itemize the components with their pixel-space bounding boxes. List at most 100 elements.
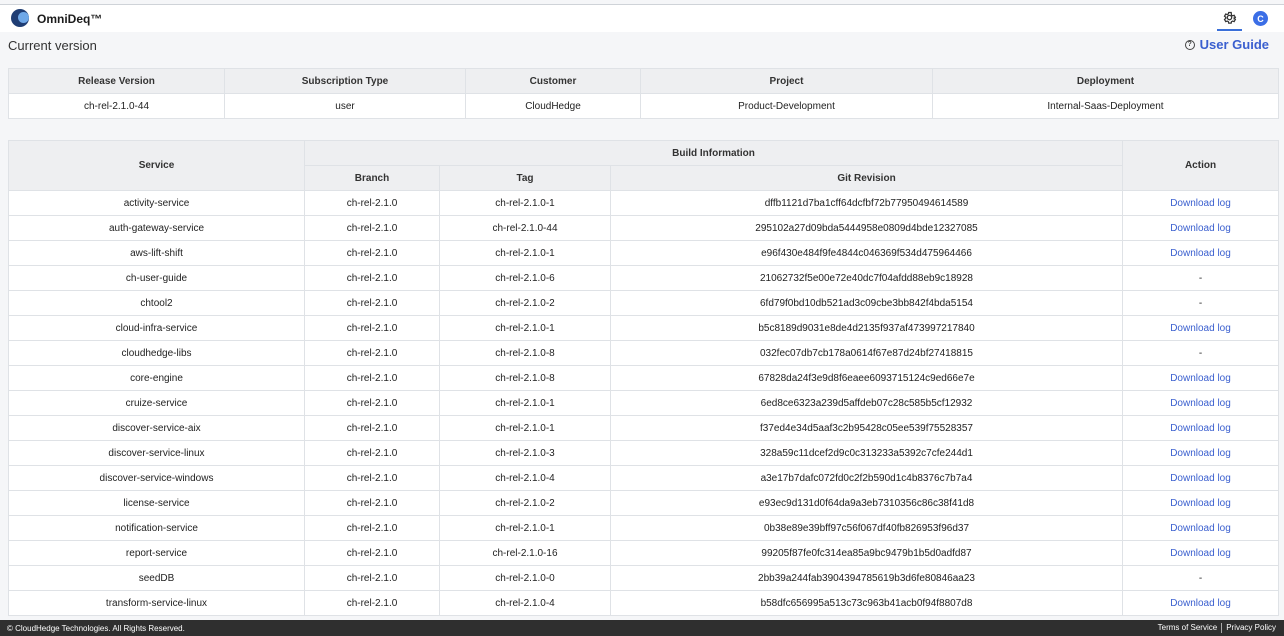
tag-cell: ch-rel-2.1.0-1: [439, 390, 611, 416]
service-name: cruize-service: [8, 390, 305, 416]
user-avatar[interactable]: C: [1253, 11, 1268, 26]
table-row: license-service ch-rel-2.1.0 ch-rel-2.1.0-…: [8, 490, 1280, 516]
service-name: discover-service-aix: [8, 415, 305, 441]
git-revision-cell: a3e17b7dafc072fd0c2f2b590d1c4b8376c7b7a4: [609, 465, 1124, 491]
git-revision-cell: e93ec9d131d0f64da9a3eb7310356c86c38f41d8: [609, 490, 1124, 516]
release-header-subscription: Subscription Type: [224, 68, 466, 94]
column-header-branch: Branch: [304, 165, 440, 191]
download-log-link[interactable]: Download log: [1122, 440, 1280, 466]
tag-cell: ch-rel-2.1.0-16: [439, 540, 611, 566]
tag-cell: ch-rel-2.1.0-2: [439, 290, 611, 316]
table-row: ch-user-guide ch-rel-2.1.0 ch-rel-2.1.0-6 2…: [8, 265, 1280, 291]
tag-cell: ch-rel-2.1.0-6: [439, 265, 611, 291]
tag-cell: ch-rel-2.1.0-44: [439, 215, 611, 241]
tag-cell: ch-rel-2.1.0-1: [439, 515, 611, 541]
branch-cell: ch-rel-2.1.0: [304, 540, 440, 566]
service-name: notification-service: [8, 515, 305, 541]
release-header-version: Release Version: [8, 68, 225, 94]
table-row: notification-service ch-rel-2.1.0 ch-rel-2…: [8, 515, 1280, 541]
action-empty: -: [1122, 290, 1280, 316]
deployment: Internal-Saas-Deployment: [932, 93, 1279, 119]
download-log-link[interactable]: Download log: [1122, 415, 1280, 441]
download-log-link[interactable]: Download log: [1122, 315, 1280, 341]
action-empty: -: [1122, 565, 1280, 591]
table-row: transform-service-linux ch-rel-2.1.0 ch-re…: [8, 590, 1280, 616]
git-revision-cell: e96f430e484f9fe4844c046369f534d475964466: [609, 240, 1124, 266]
download-log-link[interactable]: Download log: [1122, 365, 1280, 391]
git-revision-cell: 6ed8ce6323a239d5affdeb07c28c585b5cf12932: [609, 390, 1124, 416]
branch-cell: ch-rel-2.1.0: [304, 390, 440, 416]
git-revision-cell: 99205f87fe0fc314ea85a9bc9479b1b5d0adfd87: [609, 540, 1124, 566]
branch-cell: ch-rel-2.1.0: [304, 590, 440, 616]
git-revision-cell: 328a59c11dcef2d9c0c313233a5392c7cfe244d1: [609, 440, 1124, 466]
service-name: core-engine: [8, 365, 305, 391]
gear-icon: [1223, 11, 1237, 24]
download-log-link[interactable]: Download log: [1122, 390, 1280, 416]
tag-cell: ch-rel-2.1.0-4: [439, 465, 611, 491]
git-revision-cell: 6fd79f0bd10db521ad3c09cbe3bb842f4bda5154: [609, 290, 1124, 316]
service-name: seedDB: [8, 565, 305, 591]
git-revision-cell: b5c8189d9031e8de4d2135f937af473997217840: [609, 315, 1124, 341]
tag-cell: ch-rel-2.1.0-2: [439, 490, 611, 516]
terms-link[interactable]: Terms of Service: [1154, 623, 1222, 633]
release-header-customer: Customer: [465, 68, 641, 94]
git-revision-cell: 67828da24f3e9d8f6eaee6093715124c9ed66e7e: [609, 365, 1124, 391]
branch-cell: ch-rel-2.1.0: [304, 215, 440, 241]
download-log-link[interactable]: Download log: [1122, 515, 1280, 541]
service-name: aws-lift-shift: [8, 240, 305, 266]
branch-cell: ch-rel-2.1.0: [304, 340, 440, 366]
tag-cell: ch-rel-2.1.0-8: [439, 365, 611, 391]
download-log-link[interactable]: Download log: [1122, 240, 1280, 266]
download-log-link[interactable]: Download log: [1122, 490, 1280, 516]
service-name: report-service: [8, 540, 305, 566]
git-revision-cell: dffb1121d7ba1cff64dcfbf72b77950494614589: [609, 190, 1124, 216]
service-name: transform-service-linux: [8, 590, 305, 616]
tag-cell: ch-rel-2.1.0-1: [439, 240, 611, 266]
tag-cell: ch-rel-2.1.0-3: [439, 440, 611, 466]
release-header-project: Project: [640, 68, 933, 94]
subscription-type: user: [224, 93, 466, 119]
git-revision-cell: b58dfc656995a513c73c963b41acb0f94f8807d8: [609, 590, 1124, 616]
tag-cell: ch-rel-2.1.0-8: [439, 340, 611, 366]
column-header-tag: Tag: [439, 165, 611, 191]
footer-links: Terms of Service Privacy Policy: [1154, 623, 1280, 633]
release-row: ch-rel-2.1.0-44 user CloudHedge Product-…: [8, 93, 1279, 119]
omnideq-logo-icon[interactable]: [11, 9, 29, 27]
release-table: Release Version Subscription Type Custom…: [8, 68, 1279, 119]
top-bar: OmniDeq™ C: [0, 4, 1284, 32]
brand-name[interactable]: OmniDeq™: [37, 12, 102, 26]
project: Product-Development: [640, 93, 933, 119]
settings-button[interactable]: [1217, 6, 1242, 31]
download-log-link[interactable]: Download log: [1122, 590, 1280, 616]
branch-cell: ch-rel-2.1.0: [304, 315, 440, 341]
download-log-link[interactable]: Download log: [1122, 465, 1280, 491]
git-revision-cell: 032fec07db7cb178a0614f67e87d24bf27418815: [609, 340, 1124, 366]
tag-cell: ch-rel-2.1.0-1: [439, 315, 611, 341]
branch-cell: ch-rel-2.1.0: [304, 415, 440, 441]
service-name: cloud-infra-service: [8, 315, 305, 341]
column-header-build-information: Build Information: [303, 140, 1124, 166]
branch-cell: ch-rel-2.1.0: [304, 265, 440, 291]
table-row: aws-lift-shift ch-rel-2.1.0 ch-rel-2.1.0-1…: [8, 240, 1280, 266]
column-header-service: Service: [8, 140, 305, 191]
branch-cell: ch-rel-2.1.0: [304, 490, 440, 516]
download-log-link[interactable]: Download log: [1122, 215, 1280, 241]
git-revision-cell: f37ed4e34d5aaf3c2b95428c05ee539f75528357: [609, 415, 1124, 441]
download-log-link[interactable]: Download log: [1122, 190, 1280, 216]
action-empty: -: [1122, 340, 1280, 366]
download-log-link[interactable]: Download log: [1122, 540, 1280, 566]
service-name: activity-service: [8, 190, 305, 216]
tag-cell: ch-rel-2.1.0-1: [439, 415, 611, 441]
git-revision-cell: 295102a27d09bda5444958e0809d4bde12327085: [609, 215, 1124, 241]
column-header-git-revision: Git Revision: [609, 165, 1124, 191]
user-guide-label: User Guide: [1199, 37, 1269, 52]
branch-cell: ch-rel-2.1.0: [304, 240, 440, 266]
question-circle-icon: ?: [1184, 39, 1195, 50]
user-guide-link[interactable]: ? User Guide: [1184, 37, 1269, 52]
git-revision-cell: 2bb39a244fab3904394785619b3d6fe80846aa23: [609, 565, 1124, 591]
table-row: activity-service ch-rel-2.1.0 ch-rel-2.1.0…: [8, 190, 1280, 216]
service-name: auth-gateway-service: [8, 215, 305, 241]
release-header-deployment: Deployment: [932, 68, 1279, 94]
privacy-link[interactable]: Privacy Policy: [1222, 623, 1280, 633]
table-row: cloud-infra-service ch-rel-2.1.0 ch-rel-2.…: [8, 315, 1280, 341]
